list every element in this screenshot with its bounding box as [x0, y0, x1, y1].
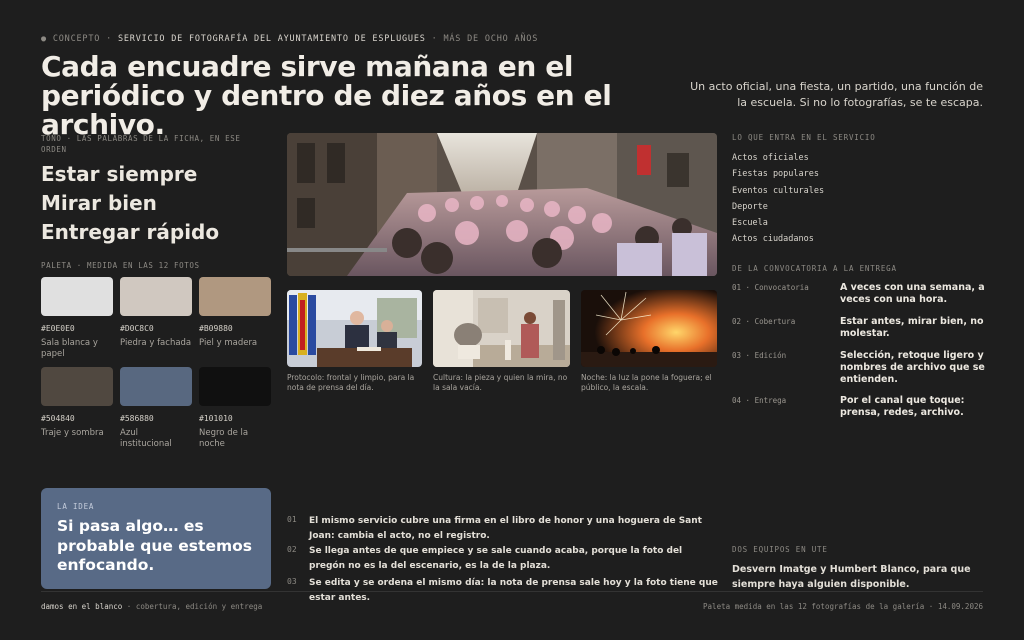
photo-caption: Protocolo: frontal y limpio, para la not… [287, 373, 415, 392]
step-number: 04 · Entrega [732, 396, 787, 405]
swatch-name: Piedra y fachada [120, 338, 192, 348]
tone-item: Mirar bien [41, 191, 157, 215]
note-text: El mismo servicio cubre una firma en el … [309, 516, 702, 541]
swatch-chip [120, 367, 192, 406]
protocol-photo [287, 290, 422, 367]
teams-text: Desvern Imatge y Humbert Blanco, para qu… [732, 564, 971, 590]
note-text: Se llega antes de que empiece y se sale … [309, 546, 683, 571]
swatch-hex: #586880 [120, 414, 154, 423]
bonfire-illustration [581, 290, 717, 367]
kicker: ● CONCEPTO · SERVICIO DE FOTOGRAFÍA DEL … [41, 34, 539, 44]
tone-item: Estar siempre [41, 162, 198, 186]
swatch-chip [199, 367, 271, 406]
teams-label: DOS EQUIPOS EN UTE [732, 545, 828, 554]
photo-caption: Cultura: la pieza y quien la mira, no la… [433, 373, 568, 392]
tone-item: Entregar rápido [41, 220, 220, 244]
swatch-name: Traje y sombra [41, 428, 104, 438]
tone-list: Estar siempre Mirar bien Entregar rápido [41, 160, 219, 247]
swatch-name: Azul institucional [120, 428, 172, 449]
swatch-hex: #504840 [41, 414, 75, 423]
step-number: 03 · Edición [732, 351, 787, 360]
swatch: #101010 Negro de la noche [199, 367, 271, 450]
service-item: Eventos culturales [732, 185, 825, 196]
service-item: Actos ciudadanos [732, 234, 814, 245]
footer-brand: damos en el blanco [41, 602, 123, 611]
service-item: Escuela [732, 218, 768, 229]
step-text: A veces con una semana, a veces con una … [840, 282, 985, 305]
step-text: Estar antes, mirar bien, no molestar. [840, 316, 984, 339]
step-text: Selección, retoque ligero y nombres de a… [840, 350, 985, 385]
kicker-service: SERVICIO DE FOTOGRAFÍA DEL AYUNTAMIENTO … [117, 34, 426, 44]
service-item: Fiestas populares [732, 169, 819, 180]
swatch-chip [41, 277, 113, 316]
page-title: Cada encuadre sirve mañana en el periódi… [41, 50, 612, 141]
swatch-hex: #B09880 [199, 324, 233, 333]
swatch: #E0E0E0 Sala blanca y papel [41, 277, 113, 360]
swatch: #B09880 Piel y madera [199, 277, 271, 349]
service-list: Actos oficiales Fiestas populares Evento… [732, 150, 824, 248]
page-subtitle: Un acto oficial, una fiesta, un partido,… [690, 80, 983, 109]
service-item: Actos oficiales [732, 153, 809, 163]
street-crowd-photo [287, 133, 717, 276]
footer-divider [41, 591, 983, 592]
footer-right: Paleta medida en las 12 fotografías de l… [703, 602, 983, 611]
step-text: Por el canal que toque: prensa, redes, a… [840, 395, 965, 418]
swatch-hex: #E0E0E0 [41, 324, 75, 333]
swatch-chip [199, 277, 271, 316]
tone-label: TONO · LAS PALABRAS DE LA FICHA, EN ESE … [41, 134, 241, 154]
swatch: #504840 Traje y sombra [41, 367, 113, 439]
culture-photo [433, 290, 570, 367]
idea-card: LA IDEA Si pasa algo… es probable que es… [41, 488, 271, 589]
swatch: #D0C8C0 Piedra y fachada [120, 277, 192, 349]
photo-caption: Noche: la luz la pone la foguera; el púb… [581, 373, 712, 392]
swatch-hex: #D0C8C0 [120, 324, 154, 333]
protocol-illustration [287, 290, 422, 367]
street-crowd-illustration [287, 133, 717, 276]
footer-left: damos en el blanco · cobertura, edición … [41, 602, 262, 611]
footer-tagline: · cobertura, edición y entrega [126, 602, 263, 611]
note-number: 03 [287, 577, 297, 586]
palette-label: PALETA · MEDIDA EN LAS 12 FOTOS [41, 261, 200, 270]
swatch-chip [41, 367, 113, 406]
kicker-years: MÁS DE OCHO AÑOS [443, 34, 539, 44]
culture-illustration [433, 290, 570, 367]
service-item: Deporte [732, 201, 768, 212]
bonfire-photo [581, 290, 717, 367]
step-number: 02 · Cobertura [732, 317, 796, 326]
kicker-concept: ● CONCEPTO [41, 34, 101, 44]
swatch-name: Piel y madera [199, 338, 258, 348]
idea-text: Si pasa algo… es probable que estemos en… [57, 517, 252, 574]
step-number: 01 · Convocatoria [732, 283, 809, 292]
process-label: DE LA CONVOCATORIA A LA ENTREGA [732, 264, 897, 273]
note-number: 02 [287, 545, 297, 554]
swatch-chip [120, 277, 192, 316]
idea-label: LA IDEA [57, 502, 95, 511]
note-number: 01 [287, 515, 297, 524]
swatch: #586880 Azul institucional [120, 367, 192, 450]
swatch-name: Negro de la noche [199, 428, 249, 449]
service-label: LO QUE ENTRA EN EL SERVICIO [732, 133, 876, 142]
swatch-name: Sala blanca y papel [41, 338, 98, 359]
swatch-hex: #101010 [199, 414, 233, 423]
